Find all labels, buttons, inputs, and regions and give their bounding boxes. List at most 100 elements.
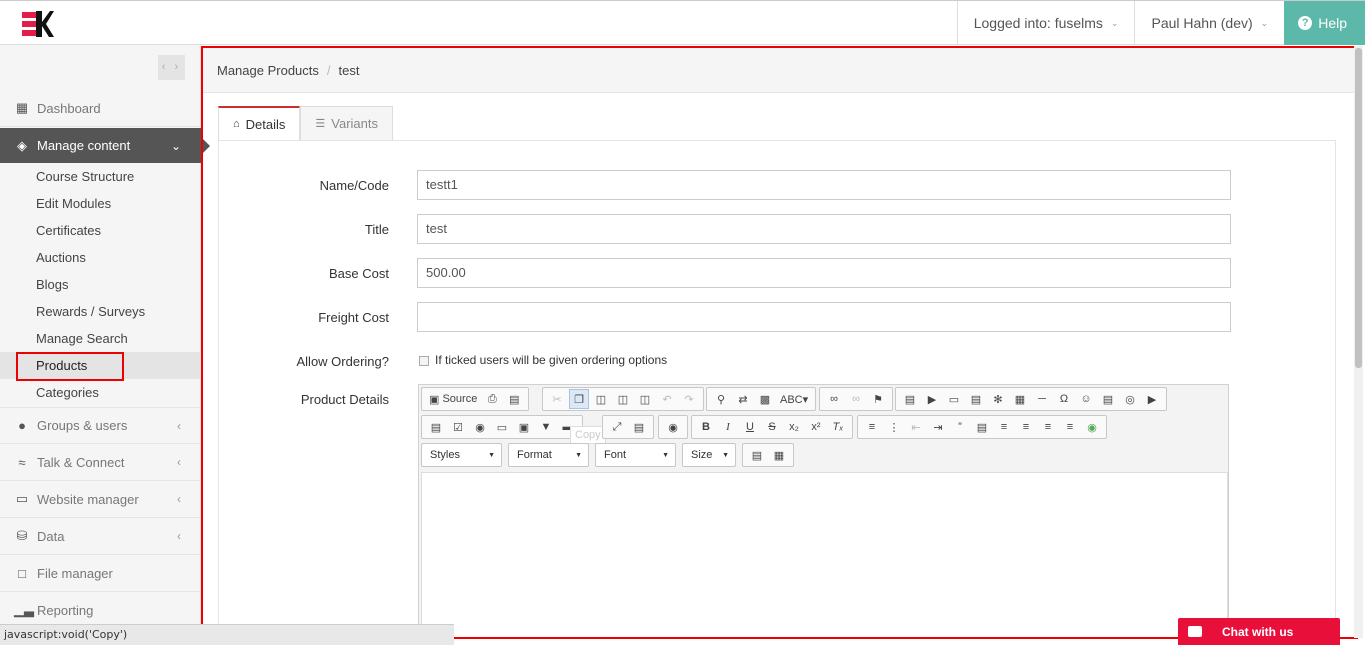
- sidebar-item-data[interactable]: ⛁ Data ‹: [0, 518, 201, 555]
- submenu-categories[interactable]: Categories: [36, 385, 99, 400]
- show-blocks-icon[interactable]: ▤: [629, 417, 649, 437]
- table-icon[interactable]: ▦: [1010, 389, 1030, 409]
- find-icon[interactable]: ⚲: [711, 389, 731, 409]
- undo-icon[interactable]: ↶: [657, 389, 677, 409]
- outdent-icon[interactable]: ⇤: [906, 417, 926, 437]
- paste-word-icon[interactable]: ◫: [635, 389, 655, 409]
- anchor-flag-icon[interactable]: ⚑: [868, 389, 888, 409]
- brand-logo-icon[interactable]: [22, 9, 54, 39]
- align-center-icon[interactable]: ≡: [1016, 417, 1036, 437]
- name-code-input[interactable]: testt1: [417, 170, 1231, 200]
- sidebar-item-manage-content[interactable]: ◈ Manage content ⌄: [0, 128, 210, 163]
- toolbar-group-document: ▣ Source ⎙ ▤: [421, 387, 530, 411]
- format-dropdown[interactable]: Format ▼: [508, 443, 589, 467]
- submenu-certificates[interactable]: Certificates: [36, 223, 101, 238]
- globe-icon[interactable]: ◎: [1120, 389, 1140, 409]
- textarea-icon[interactable]: ▣: [514, 417, 534, 437]
- spellcheck-icon[interactable]: ABC▾: [777, 389, 811, 409]
- textfield-icon[interactable]: ▭: [492, 417, 512, 437]
- div-icon[interactable]: ▤: [972, 417, 992, 437]
- redo-icon[interactable]: ↷: [679, 389, 699, 409]
- paste-text-icon[interactable]: ◫: [613, 389, 633, 409]
- strikethrough-icon[interactable]: S: [762, 417, 782, 437]
- help-button[interactable]: ? Help: [1284, 1, 1365, 45]
- print-icon[interactable]: ⎙: [482, 389, 502, 409]
- breadcrumb-manage-products[interactable]: Manage Products: [217, 63, 319, 78]
- unlink-icon[interactable]: ∞: [846, 389, 866, 409]
- allow-ordering-checkbox[interactable]: [419, 356, 429, 366]
- smiley-icon[interactable]: ☺: [1076, 389, 1096, 409]
- youtube-icon[interactable]: ▶: [1142, 389, 1162, 409]
- select-icon[interactable]: ▼: [536, 417, 556, 437]
- sidebar-item-website-manager[interactable]: ▭ Website manager ‹: [0, 481, 201, 518]
- editor-content-area[interactable]: [421, 472, 1228, 637]
- layout-one-icon[interactable]: ▤: [747, 445, 767, 465]
- align-left-icon[interactable]: ≡: [994, 417, 1014, 437]
- italic-icon[interactable]: I: [718, 417, 738, 437]
- indent-icon[interactable]: ⇥: [928, 417, 948, 437]
- submenu-auctions[interactable]: Auctions: [36, 250, 86, 265]
- size-dropdown[interactable]: Size ▼: [682, 443, 736, 467]
- media-icon[interactable]: ▭: [944, 389, 964, 409]
- maximize-icon[interactable]: ⤢: [607, 417, 627, 437]
- remove-format-icon[interactable]: Tₓ: [828, 417, 848, 437]
- submenu-course-structure[interactable]: Course Structure: [36, 169, 134, 184]
- submenu-rewards-surveys[interactable]: Rewards / Surveys: [36, 304, 145, 319]
- subscript-icon[interactable]: x₂: [784, 417, 804, 437]
- chat-with-us-button[interactable]: Chat with us: [1178, 618, 1340, 645]
- layout-columns-icon[interactable]: ▦: [769, 445, 789, 465]
- page-break-icon[interactable]: ▤: [1098, 389, 1118, 409]
- form-icon[interactable]: ▤: [426, 417, 446, 437]
- submenu-manage-search[interactable]: Manage Search: [36, 331, 128, 346]
- horizontal-line-icon[interactable]: ─: [1032, 389, 1052, 409]
- iframe-icon[interactable]: ▤: [966, 389, 986, 409]
- submenu-edit-modules[interactable]: Edit Modules: [36, 196, 111, 211]
- sidebar-item-dashboard[interactable]: ▦ Dashboard: [0, 90, 201, 127]
- font-dropdown[interactable]: Font ▼: [595, 443, 676, 467]
- rich-text-editor: ▣ Source ⎙ ▤ ✂ ❐ ◫ ◫ ◫ ↶ ↷ ⚲ ⇄ ▩ ABC▾ ∞: [418, 384, 1229, 637]
- select-all-icon[interactable]: ▩: [755, 389, 775, 409]
- checkbox-icon[interactable]: ☑: [448, 417, 468, 437]
- flash-icon[interactable]: ▶: [922, 389, 942, 409]
- scrollbar-thumb[interactable]: [1355, 48, 1362, 368]
- submenu-blogs[interactable]: Blogs: [36, 277, 69, 292]
- special-char-icon[interactable]: Ω: [1054, 389, 1074, 409]
- bulleted-list-icon[interactable]: ⋮: [884, 417, 904, 437]
- styles-dropdown[interactable]: Styles ▼: [421, 443, 502, 467]
- sidebar-item-talk-connect[interactable]: ≈ Talk & Connect ‹: [0, 444, 201, 481]
- logged-into-dropdown[interactable]: Logged into: fuselms ⌄: [956, 1, 1135, 45]
- bar-chart-icon: ▁▃: [14, 602, 34, 617]
- chevron-left-icon: ‹: [177, 418, 181, 433]
- page-scrollbar[interactable]: [1354, 46, 1363, 638]
- base-cost-input[interactable]: 500.00: [417, 258, 1231, 288]
- sidebar-item-file-manager[interactable]: □ File manager: [0, 555, 201, 592]
- language-icon[interactable]: ◉: [1082, 417, 1102, 437]
- dropdown-arrow-icon: ▼: [488, 451, 495, 459]
- copy-icon[interactable]: ❐: [569, 389, 589, 409]
- underline-icon[interactable]: U: [740, 417, 760, 437]
- align-right-icon[interactable]: ≡: [1038, 417, 1058, 437]
- about-icon[interactable]: ◉: [663, 417, 683, 437]
- compass-icon[interactable]: ✻: [988, 389, 1008, 409]
- replace-icon[interactable]: ⇄: [733, 389, 753, 409]
- paste-icon[interactable]: ◫: [591, 389, 611, 409]
- freight-cost-input[interactable]: [417, 302, 1231, 332]
- sidebar-collapse-button[interactable]: ‹ ›: [158, 55, 185, 80]
- numbered-list-icon[interactable]: ≡: [862, 417, 882, 437]
- align-justify-icon[interactable]: ≡: [1060, 417, 1080, 437]
- templates-icon[interactable]: ▤: [504, 389, 524, 409]
- radio-icon[interactable]: ◉: [470, 417, 490, 437]
- superscript-icon[interactable]: x²: [806, 417, 826, 437]
- database-icon: ⛁: [16, 528, 28, 543]
- image-icon[interactable]: ▤: [900, 389, 920, 409]
- tab-variants[interactable]: ☰ Variants: [300, 106, 394, 141]
- sidebar-item-groups-users[interactable]: ● Groups & users ‹: [0, 407, 201, 444]
- title-input[interactable]: test: [417, 214, 1231, 244]
- bold-icon[interactable]: B: [696, 417, 716, 437]
- blockquote-icon[interactable]: ”: [950, 417, 970, 437]
- source-button[interactable]: ▣ Source: [426, 389, 480, 409]
- link-icon[interactable]: ∞: [824, 389, 844, 409]
- cut-icon[interactable]: ✂: [547, 389, 567, 409]
- tab-details[interactable]: ⌂ Details: [218, 106, 301, 141]
- user-menu[interactable]: Paul Hahn (dev) ⌄: [1134, 1, 1284, 45]
